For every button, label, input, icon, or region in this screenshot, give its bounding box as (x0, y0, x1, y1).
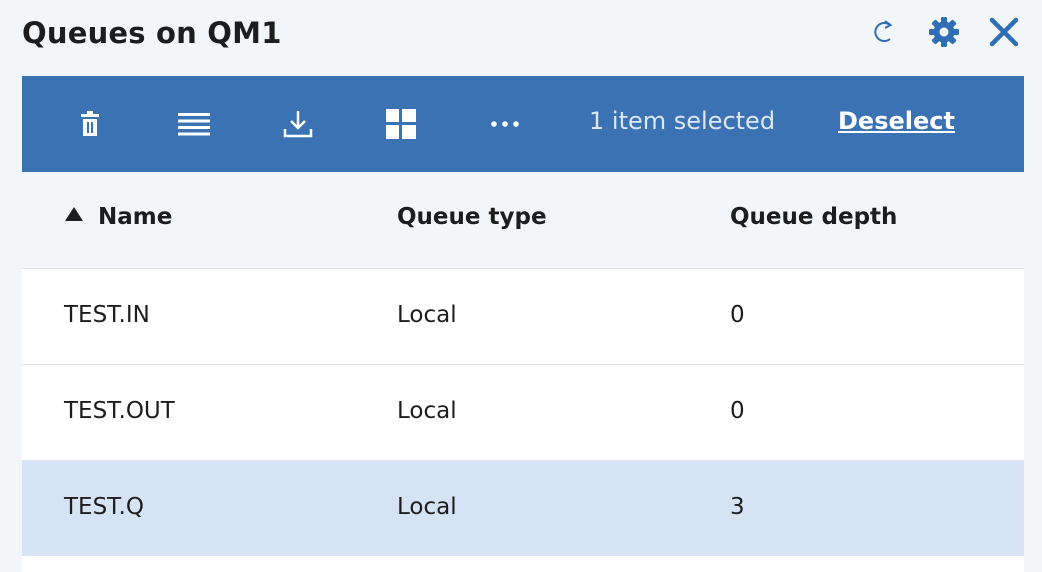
delete-icon[interactable] (72, 106, 108, 142)
column-header-label: Name (98, 204, 173, 230)
list-icon[interactable] (176, 106, 212, 142)
queue-depth-cell: 0 (730, 302, 745, 328)
queue-name-cell: TEST.OUT (64, 398, 175, 424)
queue-name-cell: TEST.Q (64, 494, 144, 520)
batch-action-toolbar: 1 item selected Deselect (22, 76, 1024, 172)
column-header-queue-type[interactable]: Queue type (397, 204, 547, 230)
table-row-partial (22, 556, 1024, 572)
grid-icon[interactable] (383, 106, 419, 142)
column-header-name[interactable]: Name (64, 204, 172, 230)
sort-ascending-icon (64, 202, 84, 228)
page-title: Queues on QM1 (22, 16, 282, 50)
table-row[interactable]: TEST.IN Local 0 (22, 269, 1024, 365)
queue-type-cell: Local (397, 494, 457, 520)
column-header-queue-depth[interactable]: Queue depth (730, 204, 897, 230)
queue-name-cell: TEST.IN (64, 302, 150, 328)
table-row[interactable]: TEST.OUT Local 0 (22, 365, 1024, 461)
selection-count: 1 item selected (589, 107, 776, 135)
table-header: Name Queue type Queue depth (22, 172, 1024, 269)
queue-type-cell: Local (397, 398, 457, 424)
settings-icon[interactable] (924, 12, 964, 52)
table-row-selected[interactable]: TEST.Q Local 3 (22, 461, 1024, 557)
refresh-icon[interactable] (864, 12, 904, 52)
queue-depth-cell: 3 (730, 494, 745, 520)
queue-depth-cell: 0 (730, 398, 745, 424)
deselect-button[interactable]: Deselect (838, 107, 955, 135)
download-icon[interactable] (280, 106, 316, 142)
close-icon[interactable] (984, 12, 1024, 52)
queues-panel: 1 item selected Deselect Name Queue type… (22, 76, 1024, 572)
more-icon[interactable] (487, 106, 523, 142)
header-actions (844, 12, 1024, 52)
queue-type-cell: Local (397, 302, 457, 328)
